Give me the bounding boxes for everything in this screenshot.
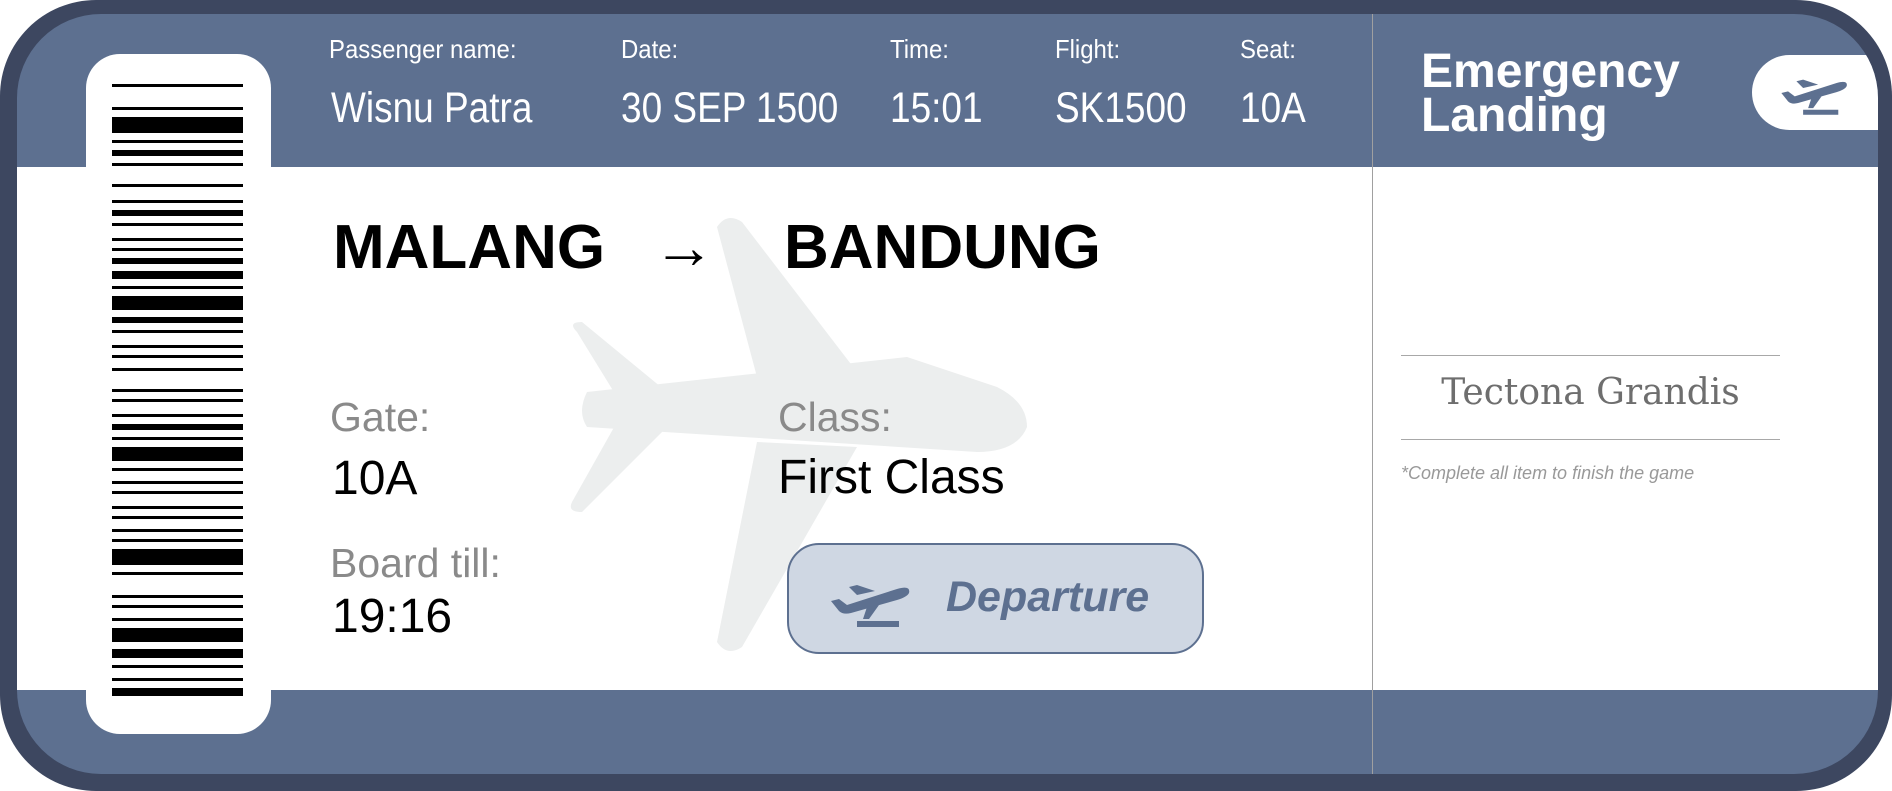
barcode-bar (112, 389, 243, 392)
barcode-bar (112, 140, 243, 143)
completion-note: *Complete all item to finish the game (1401, 463, 1695, 483)
airplane-takeoff-icon (1781, 79, 1847, 115)
barcode-bar (112, 595, 243, 598)
barcode-bar (112, 468, 243, 471)
barcode (112, 84, 243, 704)
barcode-bar (112, 437, 243, 440)
barcode-bar (112, 296, 243, 310)
barcode-bar (112, 506, 243, 509)
barcode-bar (112, 539, 243, 542)
time-value: 15:01 (890, 84, 983, 132)
barcode-bar (112, 605, 243, 608)
stub-icon-badge (1752, 55, 1878, 130)
date-label: Date: (621, 34, 679, 64)
origin-city: MALANG (333, 213, 606, 282)
destination-city: BANDUNG (784, 213, 1101, 282)
class-value: First Class (778, 451, 1005, 504)
barcode-bar (112, 271, 243, 279)
barcode-bar (112, 678, 243, 681)
barcode-bar (112, 345, 243, 348)
airplane-takeoff-icon (831, 585, 910, 627)
barcode-bar (112, 368, 243, 371)
stub-title-line1: Emergency (1421, 45, 1680, 98)
flight-value: SK1500 (1055, 84, 1187, 132)
barcode-bar (112, 223, 243, 226)
gate-value: 10A (332, 452, 418, 505)
signature-line-top (1401, 355, 1780, 356)
barcode-bar (112, 84, 243, 87)
stub-title-line2: Landing (1421, 89, 1608, 142)
barcode-bar (112, 107, 243, 110)
barcode-bar (112, 688, 243, 696)
route-arrow-icon: → (653, 213, 715, 282)
passenger-name-value: Wisnu Patra (331, 84, 533, 132)
board-till-label: Board till: (330, 540, 501, 586)
barcode-bar (112, 238, 243, 241)
barcode-bar (112, 424, 243, 430)
gate-label: Gate: (330, 394, 431, 440)
flight-label: Flight: (1055, 34, 1121, 64)
boarding-pass: Passenger name: Wisnu Patra Date: 30 SEP… (0, 0, 1892, 791)
barcode-bar (112, 665, 243, 668)
barcode-bar (112, 549, 243, 565)
stub-title: Emergency Landing (1421, 45, 1680, 142)
signature-line-bottom (1401, 439, 1780, 440)
barcode-bar (112, 414, 243, 417)
barcode-bar (112, 317, 243, 323)
barcode-bar (112, 210, 243, 216)
barcode-bar (112, 163, 243, 166)
barcode-bar (112, 399, 243, 402)
time-label: Time: (890, 34, 949, 64)
barcode-tab (86, 54, 271, 734)
seat-label: Seat: (1240, 34, 1296, 64)
stub-divider (1372, 14, 1373, 774)
departure-button[interactable]: Departure (787, 543, 1204, 654)
barcode-bar (112, 618, 243, 621)
barcode-bar (112, 628, 243, 642)
barcode-bar (112, 117, 243, 133)
boarding-pass-inner: Passenger name: Wisnu Patra Date: 30 SEP… (17, 14, 1878, 774)
barcode-bar (112, 529, 243, 532)
barcode-bar (112, 491, 243, 494)
barcode-bar (112, 248, 243, 251)
date-value: 30 SEP 1500 (621, 84, 839, 132)
barcode-bar (112, 330, 243, 333)
barcode-bar (112, 572, 243, 575)
signature: Tectona Grandis (1441, 372, 1740, 413)
barcode-bar (112, 355, 243, 358)
barcode-bar (112, 184, 243, 187)
barcode-bar (112, 481, 243, 484)
board-till-value: 19:16 (332, 590, 453, 643)
barcode-bar (112, 649, 243, 658)
barcode-bar (112, 200, 243, 203)
barcode-bar (112, 286, 243, 289)
departure-button-label: Departure (946, 573, 1150, 621)
barcode-bar (112, 516, 243, 519)
barcode-bar (112, 447, 243, 461)
class-label: Class: (778, 394, 892, 440)
seat-value: 10A (1240, 84, 1306, 132)
passenger-name-label: Passenger name: (329, 34, 517, 64)
barcode-bar (112, 150, 243, 156)
barcode-bar (112, 258, 243, 264)
